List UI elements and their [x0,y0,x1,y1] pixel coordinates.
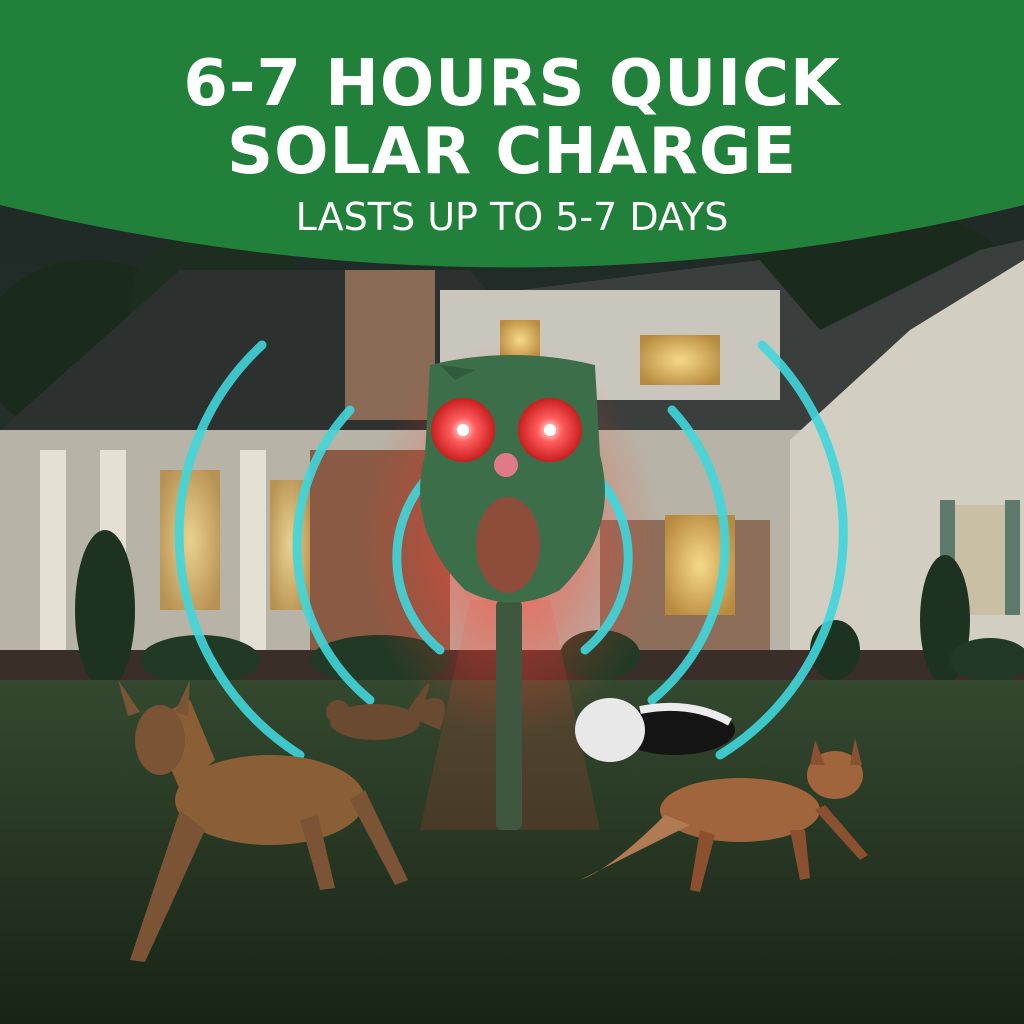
stake-pole [496,600,522,830]
owl-beak [494,453,518,477]
solar-repeller-ad: 6-7 HOURS QUICK SOLAR CHARGE LASTS UP TO… [0,0,1024,1024]
owl-speaker [476,497,540,593]
headline-line-2: SOLAR CHARGE [227,115,797,189]
subheadline: LASTS UP TO 5-7 DAYS [295,195,729,239]
headline-line-1: 6-7 HOURS QUICK [183,47,841,121]
